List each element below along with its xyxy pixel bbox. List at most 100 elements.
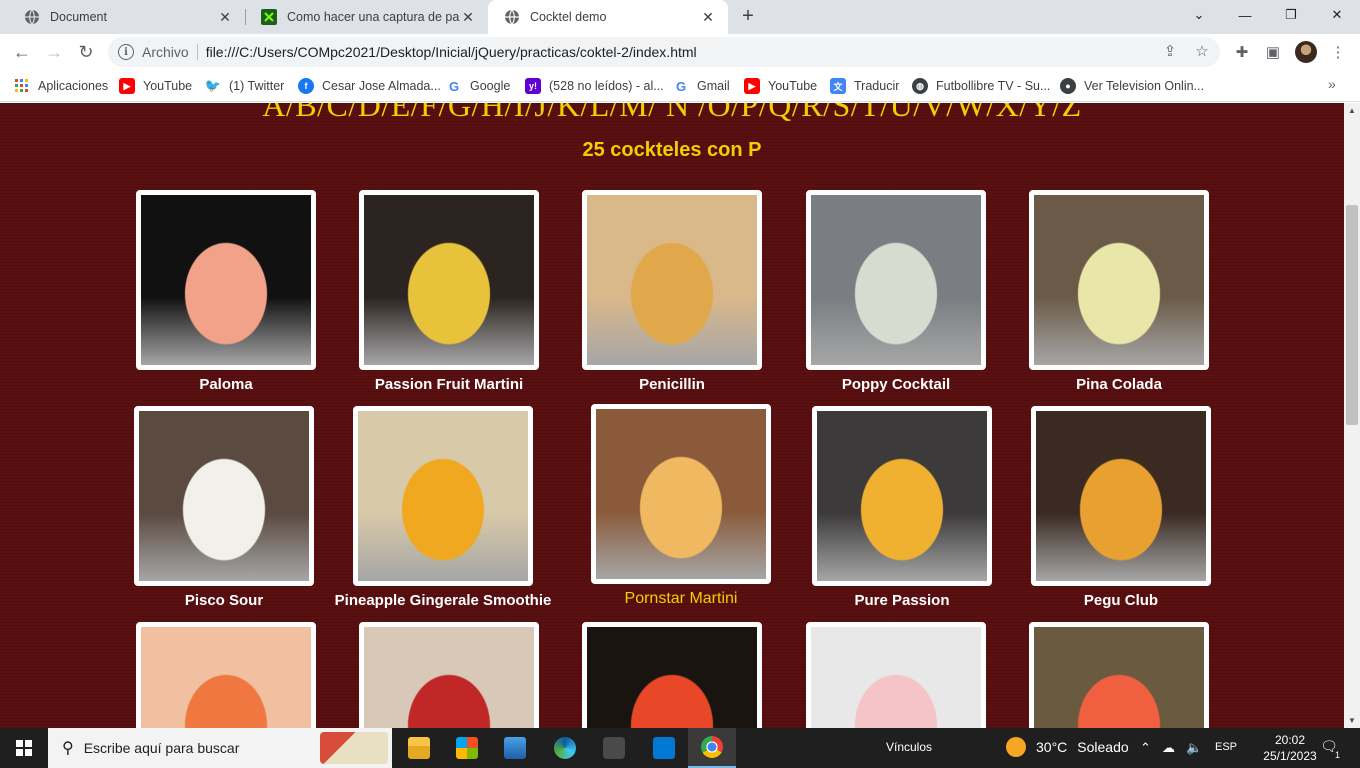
bookmark-label: Traducir bbox=[854, 79, 900, 93]
tab-document[interactable]: Document ✕ bbox=[8, 0, 245, 34]
alphabet-nav[interactable]: A/B/C/D/E/F/G/H/I/J/K/L/M/ N /O/P/Q/R/S/… bbox=[0, 103, 1344, 124]
edge-icon[interactable] bbox=[541, 728, 589, 768]
new-tab-button[interactable]: + bbox=[736, 5, 760, 29]
volume-icon[interactable]: 🔈 bbox=[1186, 740, 1202, 756]
network-app-icon[interactable] bbox=[491, 728, 539, 768]
bookmark-label: Google bbox=[470, 79, 511, 93]
cocktail-image[interactable] bbox=[591, 404, 771, 584]
cloud-icon[interactable]: ☁ bbox=[1162, 740, 1175, 756]
cocktail-image[interactable] bbox=[136, 622, 316, 728]
tab-title: Como hacer una captura de pant bbox=[287, 10, 460, 24]
scroll-up-icon[interactable]: ▲ bbox=[1348, 106, 1356, 115]
side-panel-icon[interactable]: ▣ bbox=[1263, 42, 1283, 62]
cocktail-image[interactable] bbox=[582, 190, 762, 370]
cocktail-photo bbox=[587, 195, 757, 365]
page-viewport: A/B/C/D/E/F/G/H/I/J/K/L/M/ N /O/P/Q/R/S/… bbox=[0, 103, 1344, 728]
cocktail-photo bbox=[141, 627, 311, 728]
notification-count: 1 bbox=[1334, 750, 1340, 760]
bookmark-twitter[interactable]: 🐦 (1) Twitter bbox=[205, 76, 284, 96]
vscode-icon[interactable] bbox=[640, 728, 688, 768]
tray-chevron-icon[interactable]: ⌃ bbox=[1140, 740, 1151, 756]
clock-time: 20:02 bbox=[1274, 733, 1306, 747]
cocktail-photo bbox=[811, 627, 981, 728]
cocktail-image[interactable] bbox=[359, 622, 539, 728]
cocktail-photo bbox=[817, 411, 987, 581]
scroll-down-icon[interactable]: ▼ bbox=[1348, 716, 1356, 725]
back-icon[interactable]: ← bbox=[8, 38, 36, 66]
cocktail-photo bbox=[596, 409, 766, 579]
tab-strip: Document ✕ Como hacer una captura de pan… bbox=[0, 0, 1360, 34]
tv-app-icon[interactable] bbox=[590, 728, 638, 768]
cocktail-image[interactable] bbox=[1029, 622, 1209, 728]
cocktail-name: Pegu Club bbox=[1083, 592, 1159, 609]
minimize-icon[interactable]: — bbox=[1222, 0, 1268, 30]
bookmark-youtube[interactable]: ▶ YouTube bbox=[119, 76, 192, 96]
bookmarks-bar: Aplicaciones ▶ YouTube 🐦 (1) Twitter f C… bbox=[0, 70, 1360, 102]
profile-avatar[interactable] bbox=[1295, 41, 1317, 63]
address-scheme: Archivo bbox=[142, 44, 189, 60]
cocktail-image[interactable] bbox=[582, 622, 762, 728]
close-window-icon[interactable]: ✕ bbox=[1314, 0, 1360, 30]
app-icon bbox=[261, 9, 277, 25]
bookmark-label: Aplicaciones bbox=[38, 79, 109, 93]
cocktail-image[interactable] bbox=[806, 190, 986, 370]
bookmark-label: Cesar Jose Almada... bbox=[322, 79, 441, 93]
clock-date: 25/1/2023 bbox=[1263, 749, 1317, 763]
close-tab-icon[interactable]: ✕ bbox=[460, 9, 476, 25]
store-icon[interactable] bbox=[443, 728, 491, 768]
close-tab-icon[interactable]: ✕ bbox=[700, 9, 716, 25]
cocktail-image[interactable] bbox=[353, 406, 533, 586]
page-scrollbar[interactable]: ▲ ▼ bbox=[1344, 103, 1360, 728]
extensions-icon[interactable]: ✚ bbox=[1232, 42, 1252, 62]
reload-icon[interactable]: ↻ bbox=[72, 38, 100, 66]
cocktail-image[interactable] bbox=[134, 406, 314, 586]
start-button[interactable] bbox=[0, 728, 48, 768]
bookmark-label: Gmail bbox=[697, 79, 730, 93]
menu-kebab-icon[interactable]: ⋮ bbox=[1328, 42, 1348, 62]
youtube-icon: ▶ bbox=[119, 78, 135, 94]
clock[interactable]: 20:02 25/1/2023 bbox=[1262, 732, 1318, 764]
cocktail-image[interactable] bbox=[806, 622, 986, 728]
address-bar[interactable]: i Archivo file:///C:/Users/COMpc2021/Des… bbox=[108, 37, 1220, 67]
scroll-thumb[interactable] bbox=[1346, 205, 1358, 425]
bookmark-ver-television[interactable]: ● Ver Television Onlin... bbox=[1060, 76, 1204, 96]
bookmark-futbollibre[interactable]: ◍ Futbollibre TV - Su... bbox=[912, 76, 1050, 96]
cocktail-photo bbox=[364, 627, 534, 728]
share-icon[interactable]: ⇪ bbox=[1160, 41, 1180, 61]
close-tab-icon[interactable]: ✕ bbox=[217, 9, 233, 25]
cocktail-image[interactable] bbox=[359, 190, 539, 370]
bookmark-gmail[interactable]: G Gmail bbox=[673, 76, 730, 96]
bookmark-google[interactable]: G Google bbox=[446, 76, 510, 96]
cocktail-image[interactable] bbox=[136, 190, 316, 370]
page-heading: 25 cockteles con P bbox=[582, 139, 762, 161]
weather-widget[interactable]: 30°C Soleado bbox=[1006, 737, 1129, 757]
restore-icon[interactable]: ❐ bbox=[1268, 0, 1314, 30]
address-url[interactable]: file:///C:/Users/COMpc2021/Desktop/Inici… bbox=[206, 44, 697, 60]
bookmark-traducir[interactable]: 文 Traducir bbox=[830, 76, 899, 96]
chrome-icon[interactable] bbox=[688, 728, 736, 768]
cocktail-photo bbox=[1036, 411, 1206, 581]
google-icon: G bbox=[448, 78, 460, 94]
youtube-icon: ▶ bbox=[744, 78, 760, 94]
forward-icon[interactable]: → bbox=[40, 38, 68, 66]
file-explorer-icon[interactable] bbox=[395, 728, 443, 768]
vinculos-toolbar[interactable]: Vínculos bbox=[886, 740, 932, 754]
tab-search-icon[interactable]: ⌄ bbox=[1176, 0, 1222, 30]
bookmark-aplicaciones[interactable]: Aplicaciones bbox=[14, 76, 108, 96]
globe-icon bbox=[24, 9, 40, 25]
bookmark-yahoo-mail[interactable]: y! (528 no leídos) - al... bbox=[525, 76, 664, 96]
tab-captura[interactable]: Como hacer una captura de pant ✕ bbox=[245, 0, 488, 34]
notifications-icon[interactable]: 🗨 1 bbox=[1318, 738, 1340, 760]
bookmark-facebook[interactable]: f Cesar Jose Almada... bbox=[298, 76, 441, 96]
bookmark-label: Ver Television Onlin... bbox=[1084, 79, 1204, 93]
cocktail-image[interactable] bbox=[1029, 190, 1209, 370]
more-bookmarks-icon[interactable]: » bbox=[1328, 76, 1336, 92]
tab-cocktel-demo[interactable]: Cocktel demo ✕ bbox=[488, 0, 728, 34]
bookmark-youtube-2[interactable]: ▶ YouTube bbox=[744, 76, 817, 96]
info-icon[interactable]: i bbox=[118, 44, 134, 60]
taskbar-search[interactable]: ⚲ Escribe aquí para buscar bbox=[48, 728, 392, 768]
cocktail-image[interactable] bbox=[1031, 406, 1211, 586]
bookmark-star-icon[interactable]: ☆ bbox=[1192, 41, 1212, 61]
language-indicator[interactable]: ESP bbox=[1215, 741, 1237, 753]
cocktail-image[interactable] bbox=[812, 406, 992, 586]
